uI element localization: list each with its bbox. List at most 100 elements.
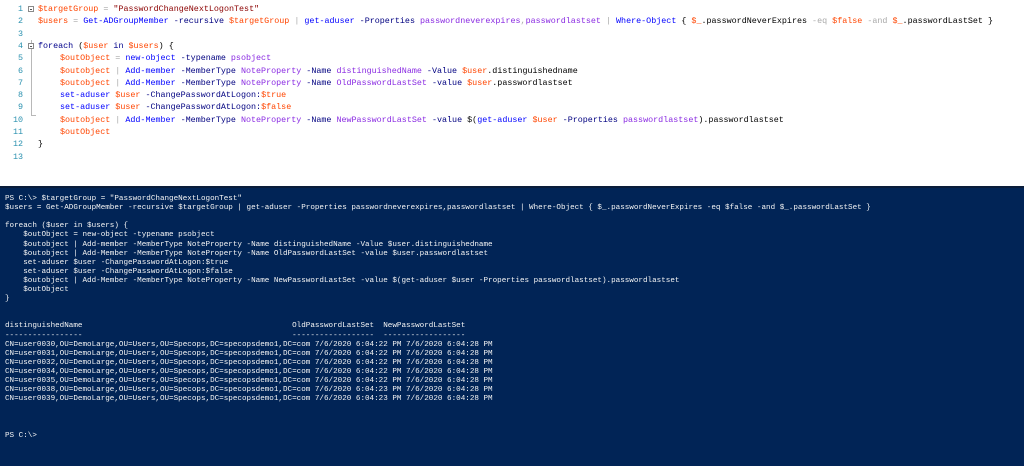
console-line: CN=user0032,OU=DemoLarge,OU=Users,OU=Spe… [5,358,493,367]
code-token: -MemberType [175,65,241,76]
line-number: 1 [17,4,23,14]
code-token: passwordlastset [622,114,699,125]
code-text: $outobject | Add-Member -MemberType Note… [60,114,784,126]
code-token: set-aduser [60,90,111,101]
code-token: OldPasswordLastSet [336,77,427,88]
line-number: 7 [17,77,23,88]
code-token: -eq [807,16,833,27]
script-editor[interactable]: 1 $targetGroup = "PasswordChangeNextLogon… [0,0,1024,186]
editor-line[interactable]: 6 $outobject | Add-member -MemberType Not… [0,65,1024,77]
line-number: 12 [12,139,23,150]
code-token: $targetGroup [38,4,99,14]
console-line: set-aduser $user -ChangePasswordAtLogon:… [5,258,229,267]
console-line: foreach ($user in $users) { [5,222,129,231]
code-token: $users [38,16,69,27]
code-text: $targetGroup = "PasswordChangeNextLogonT… [38,3,259,15]
code-token: = [98,4,114,14]
code-token: in [108,40,129,51]
code-token: -Properties [354,16,420,27]
code-token: -ChangePasswordAtLogon: [140,90,262,101]
console-line: } [5,295,10,304]
line-number: 4 [17,40,23,51]
code-token: -Name [301,77,337,88]
editor-line[interactable]: 9 set-aduser $user -ChangePasswordAtLogon… [0,101,1024,113]
code-text: $outObject = new-object -typename psobje… [60,52,271,64]
console-line: CN=user0034,OU=DemoLarge,OU=Users,OU=Spe… [5,367,493,376]
editor-line[interactable]: 7 $outobject | Add-Member -MemberType Not… [0,77,1024,89]
code-text: } [38,138,43,150]
code-token: $user [83,40,109,51]
code-token: -Properties [557,114,623,125]
code-token: $true [261,90,287,101]
code-token: -value [426,114,468,125]
code-token: $( [467,114,478,125]
code-token: psobject [230,53,272,64]
console-line: distinguishedName OldPasswordLastSet New… [5,322,466,331]
collapse-region-icon[interactable] [28,42,34,49]
code-token: passwordneverexpires [420,16,521,27]
code-token: new-object [125,53,176,64]
editor-line[interactable]: 8 set-aduser $user -ChangePasswordAtLogon… [0,89,1024,101]
code-token: .passwordLastSet [902,16,983,27]
code-token: $outobject [60,77,111,88]
code-token: $users [128,40,159,51]
code-token: $targetGroup [229,16,290,27]
code-token: $outObject [60,127,111,137]
code-token: Add-Member [125,77,176,88]
code-token: .passwordlastset [492,77,573,88]
line-number: 9 [17,102,23,113]
editor-line[interactable]: 4 foreach ($user in $users) { [0,40,1024,52]
line-number: 5 [17,53,23,64]
code-token: set-aduser [60,102,111,113]
code-token: ) { [158,40,174,51]
code-token: -and [862,16,893,27]
code-token: -Value [421,65,463,76]
code-token: $_ [691,16,702,27]
code-token: get-aduser [304,16,355,27]
editor-line[interactable]: 10 $outobject | Add-Member -MemberType No… [0,114,1024,126]
code-token: -Name [301,114,337,125]
line-number: 2 [17,16,23,27]
code-token: .passwordNeverExpires [701,16,808,27]
editor-line[interactable]: 13 [0,151,1024,163]
editor-line[interactable]: 3 [0,28,1024,40]
editor-line[interactable]: 5 $outObject = new-object -typename psobj… [0,52,1024,64]
code-text: $users = Get-ADGroupMember -recursive $t… [38,15,993,27]
code-text: set-aduser $user -ChangePasswordAtLogon:… [60,101,291,113]
console-line: $outObject = new-object -typename psobje… [5,231,215,240]
console-line: $outObject [5,286,69,294]
collapse-region-icon[interactable] [28,6,34,12]
code-token: -MemberType [175,114,241,125]
code-token: NoteProperty [240,65,302,76]
code-token: -value [426,77,468,88]
code-token: $user [115,90,141,101]
editor-line[interactable]: 12} [0,138,1024,150]
code-token: -typename [175,53,231,64]
console-line: $users = Get-ADGroupMember -recursive $t… [5,204,871,213]
code-token: -ChangePasswordAtLogon: [140,102,262,113]
console-line: CN=user0035,OU=DemoLarge,OU=Users,OU=Spe… [5,377,493,385]
code-token: = [110,53,126,64]
code-token: | [110,65,126,76]
code-token: { [676,16,692,27]
console-line: CN=user0031,OU=DemoLarge,OU=Users,OU=Spe… [5,349,493,358]
line-number: 6 [17,65,23,76]
code-token: $_ [892,16,903,27]
console-line: $outobject | Add-Member -MemberType Note… [5,249,489,258]
code-token: | [289,16,305,27]
line-number: 8 [17,90,23,101]
editor-line[interactable]: 2 $users = Get-ADGroupMember -recursive $… [0,15,1024,27]
code-text: $outobject | Add-member -MemberType Note… [60,65,578,77]
editor-line[interactable]: 11 $outObject [0,126,1024,138]
code-token: .distinguishedname [487,65,578,76]
code-token: } [38,139,44,150]
editor-line[interactable]: 1 $targetGroup = "PasswordChangeNextLogon… [0,3,1024,15]
code-token: Add-Member [125,114,176,125]
console-line: $outobject | Add-Member -MemberType Note… [5,276,680,285]
code-token: -recursive [168,16,229,27]
code-token: = [68,16,84,27]
console-pane[interactable]: PS C:\> $targetGroup = "PasswordChangeNe… [0,186,1024,466]
code-token: $user [532,114,558,125]
console-line: PS C:\> $targetGroup = "PasswordChangeNe… [5,195,242,203]
console-line: $outobject | Add-member -MemberType Note… [5,240,493,249]
